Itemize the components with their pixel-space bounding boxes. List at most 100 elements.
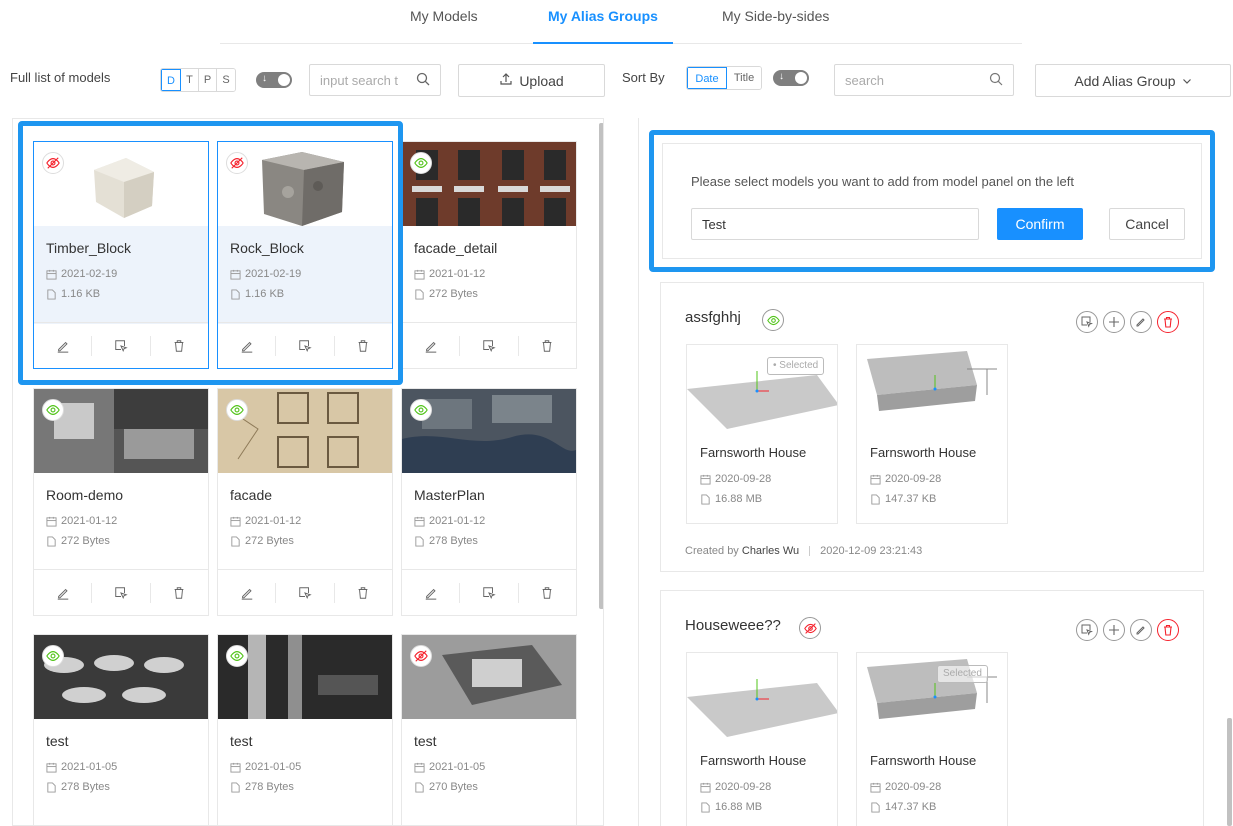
edit-model-button[interactable] [402, 335, 461, 356]
visibility-off-icon[interactable] [42, 152, 64, 174]
trash-icon [1162, 624, 1174, 636]
group-search-input[interactable] [835, 65, 1013, 95]
group-name-input[interactable] [692, 209, 978, 239]
alias-group-card[interactable]: assfghhj • Selected Farnsworth House 202… [660, 282, 1204, 572]
alias-panel-scrollbar[interactable] [1227, 718, 1232, 826]
select-model-button[interactable] [460, 582, 519, 603]
model-panel-scrollbar[interactable] [599, 123, 603, 609]
calendar-icon [414, 762, 425, 773]
model-card-masterplan[interactable]: MasterPlan 2021-01-12 278 Bytes [401, 388, 577, 616]
model-search-box [309, 64, 441, 96]
edit-model-button[interactable] [218, 335, 277, 356]
model-size: 278 Bytes [61, 781, 110, 793]
file-icon [870, 802, 881, 813]
delete-model-button[interactable] [335, 336, 392, 356]
delete-group-button[interactable] [1157, 619, 1179, 641]
delete-model-button[interactable] [151, 336, 208, 356]
select-model-button[interactable] [276, 335, 335, 356]
edit-model-button[interactable] [34, 335, 93, 356]
add-model-button[interactable] [1103, 619, 1125, 641]
model-card-rock-block[interactable]: Rock_Block 2021-02-19 1.16 KB [217, 141, 393, 369]
select-group-button[interactable] [1076, 311, 1098, 333]
model-card-room-demo[interactable]: Room-demo 2021-01-12 272 Bytes [33, 388, 209, 616]
visibility-off-icon[interactable] [410, 645, 432, 667]
visibility-on-icon[interactable] [762, 309, 784, 331]
group-model-card[interactable]: • Selected Farnsworth House 2020-09-28 1… [686, 344, 838, 524]
select-model-button[interactable] [92, 335, 151, 356]
sort-by-date-option[interactable]: Date [687, 67, 727, 89]
edit-model-button[interactable] [402, 582, 461, 603]
group-author: Charles Wu [741, 545, 800, 557]
edit-group-button[interactable] [1130, 311, 1152, 333]
model-card-test-2[interactable]: test 2021-01-05 278 Bytes [217, 634, 393, 826]
model-size: 16.88 MB [715, 493, 763, 505]
cancel-button[interactable]: Cancel [1109, 208, 1185, 240]
model-card-test-3[interactable]: test 2021-01-05 270 Bytes [401, 634, 577, 826]
select-model-button[interactable] [92, 582, 151, 603]
sort-order-toggle[interactable]: ↓ [256, 72, 292, 88]
visibility-on-icon[interactable] [410, 399, 432, 421]
model-card-test-1[interactable]: test 2021-01-05 278 Bytes [33, 634, 209, 826]
sort-s-option[interactable]: S [217, 69, 235, 91]
trash-icon [172, 339, 186, 353]
calendar-icon [46, 516, 57, 527]
model-name: Room-demo [46, 487, 124, 503]
file-icon [230, 536, 241, 547]
group-model-card[interactable]: Selected Farnsworth House 2020-09-28 147… [856, 652, 1008, 826]
pencil-icon [240, 339, 254, 353]
select-model-button[interactable] [460, 335, 519, 356]
right-toolbar: Sort By Date Title ↓ Add Alias Group [622, 60, 1233, 100]
visibility-on-icon[interactable] [226, 645, 248, 667]
add-alias-group-button[interactable]: Add Alias Group [1035, 64, 1231, 97]
search-icon[interactable] [416, 72, 430, 89]
visibility-on-icon[interactable] [42, 399, 64, 421]
file-icon [414, 536, 425, 547]
confirm-button[interactable]: Confirm [997, 208, 1083, 240]
select-model-button[interactable] [276, 582, 335, 603]
alias-group-card[interactable]: Houseweee?? Farnsworth House 2020-09-28 … [660, 590, 1204, 826]
model-card-facade[interactable]: facade 2021-01-12 272 Bytes [217, 388, 393, 616]
upload-label: Upload [519, 72, 564, 89]
select-group-button[interactable] [1076, 619, 1098, 641]
model-date: 2021-01-12 [429, 268, 486, 280]
edit-group-button[interactable] [1130, 619, 1152, 641]
visibility-off-icon[interactable] [799, 617, 821, 639]
tab-my-models[interactable]: My Models [410, 8, 478, 24]
delete-model-button[interactable] [335, 583, 392, 603]
visibility-on-icon[interactable] [42, 645, 64, 667]
delete-model-button[interactable] [151, 583, 208, 603]
sort-by-title-option[interactable]: Title [727, 67, 761, 89]
model-size: 272 Bytes [61, 535, 110, 547]
model-size: 272 Bytes [429, 288, 478, 300]
edit-model-button[interactable] [34, 582, 93, 603]
upload-button[interactable]: Upload [458, 64, 605, 97]
delete-group-button[interactable] [1157, 311, 1179, 333]
sort-title-option[interactable]: T [181, 69, 199, 91]
sort-date-option[interactable]: D [161, 69, 181, 91]
group-model-card[interactable]: Farnsworth House 2020-09-28 16.88 MB [686, 652, 838, 826]
visibility-off-icon[interactable] [226, 152, 248, 174]
delete-model-button[interactable] [519, 336, 576, 356]
model-date: 2021-02-19 [245, 268, 302, 280]
model-name: MasterPlan [414, 487, 485, 503]
tab-my-alias-groups[interactable]: My Alias Groups [548, 8, 658, 24]
group-model-card[interactable]: Farnsworth House 2020-09-28 147.37 KB [856, 344, 1008, 524]
selected-badge: • Selected [767, 357, 825, 375]
search-icon[interactable] [989, 72, 1003, 89]
visibility-on-icon[interactable] [226, 399, 248, 421]
edit-model-button[interactable] [218, 582, 277, 603]
arrow-down-icon: ↓ [262, 73, 267, 84]
add-model-button[interactable] [1103, 311, 1125, 333]
model-date: 2020-09-28 [885, 781, 942, 793]
model-card-facade-detail[interactable]: facade_detail 2021-01-12 272 Bytes [401, 141, 577, 369]
calendar-icon [700, 474, 711, 485]
file-icon [230, 782, 241, 793]
model-name: test [414, 733, 437, 749]
model-name: test [46, 733, 69, 749]
group-sort-order-toggle[interactable]: ↓ [773, 70, 809, 86]
model-card-timber-block[interactable]: Timber_Block 2021-02-19 1.16 KB [33, 141, 209, 369]
visibility-on-icon[interactable] [410, 152, 432, 174]
delete-model-button[interactable] [519, 583, 576, 603]
sort-p-option[interactable]: P [199, 69, 217, 91]
tab-my-side-by-sides[interactable]: My Side-by-sides [722, 8, 829, 24]
